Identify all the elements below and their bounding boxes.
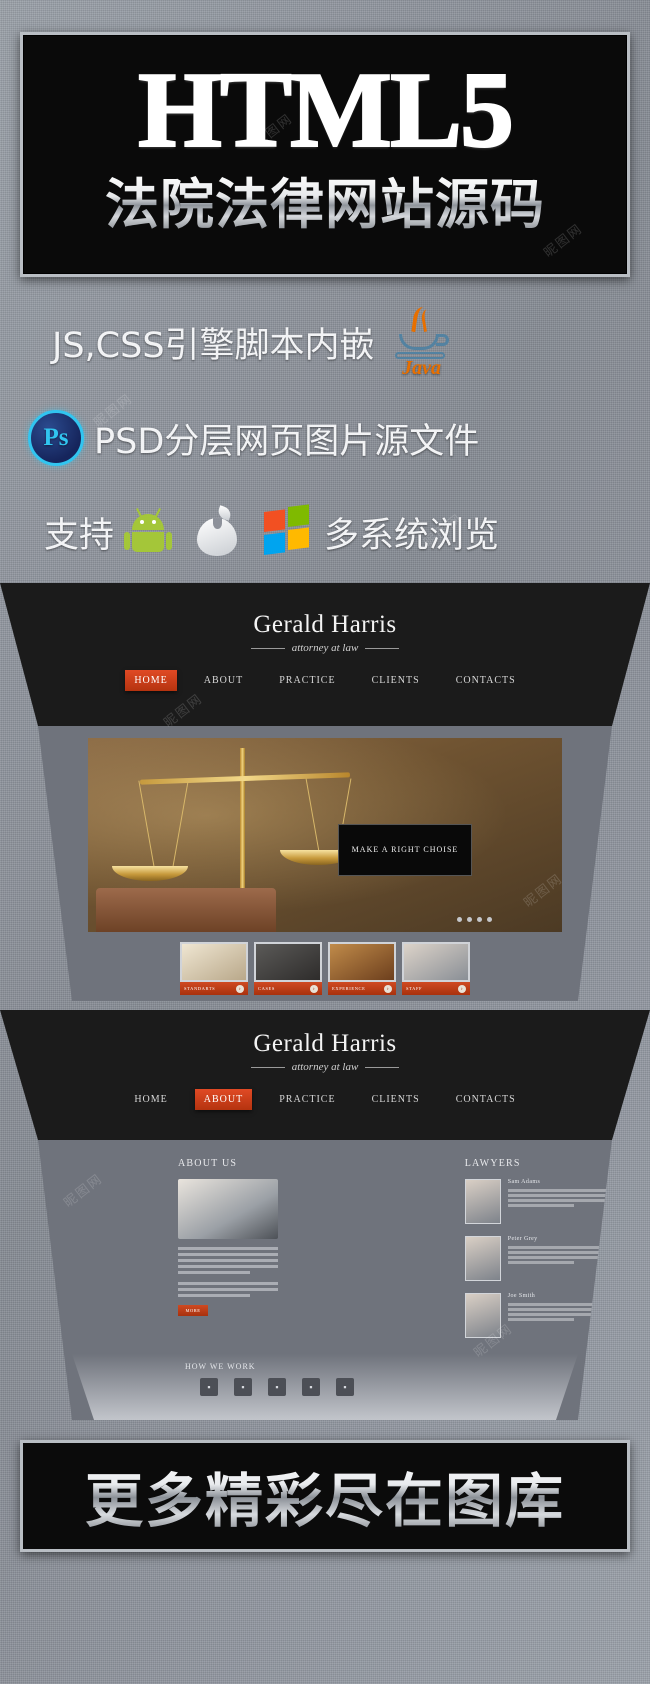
chevron-right-icon[interactable]: › — [458, 984, 466, 993]
lawyer-name: Sam Adams — [507, 1179, 541, 1185]
how-we-work-title: HOW WE WORK — [185, 1362, 256, 1371]
how-we-work-icons: ▪ ▪ ▪ ▪ ▪ — [200, 1378, 354, 1396]
nav-item-practice[interactable]: PRACTICE — [270, 670, 344, 691]
nav-item-contacts[interactable]: CONTACTS — [447, 1089, 525, 1110]
nav-item-about[interactable]: ABOUT — [194, 1089, 253, 1110]
feature-card[interactable]: EXPERIENCE › — [328, 942, 396, 995]
about-us-column: ABOUT US MORE — [160, 1158, 443, 1350]
apple-icon — [194, 505, 240, 558]
nav-item-home[interactable]: HOME — [125, 670, 177, 691]
document-icon[interactable]: ▪ — [268, 1378, 286, 1396]
site-brand: Gerald Harris — [253, 611, 397, 638]
about-columns: ABOUT US MORE LAWYERS Sam Adams Peter Gr… — [38, 1140, 612, 1350]
bottom-banner: 更多精彩尽在图库 — [20, 1440, 630, 1552]
site-tagline: attorney at law — [0, 642, 650, 654]
lawyer-item[interactable]: Peter Grey — [464, 1236, 612, 1281]
bottom-banner-text: 更多精彩尽在图库 — [85, 1454, 565, 1538]
lawyer-name: Peter Grey — [507, 1236, 538, 1242]
gavel-icon[interactable]: ▪ — [234, 1378, 252, 1396]
feature-card[interactable]: STAFF › — [402, 942, 470, 995]
nav-item-clients[interactable]: CLIENTS — [363, 1089, 429, 1110]
handshake-icon[interactable]: ▪ — [302, 1378, 320, 1396]
card-label-text: STAFF — [406, 986, 423, 991]
windows-icon — [264, 504, 312, 558]
chevron-right-icon[interactable]: › — [310, 984, 318, 993]
chevron-right-icon[interactable]: › — [384, 984, 392, 993]
card-thumbnail — [254, 942, 322, 982]
feature-label-psd: PSD分层网页图片源文件 — [94, 421, 480, 462]
feature-card[interactable]: STANDARTS › — [180, 942, 248, 995]
lawyer-bio — [507, 1246, 608, 1264]
photoshop-icon: Ps — [28, 410, 84, 466]
hero-slider-dots[interactable] — [457, 917, 492, 922]
lawyer-bio — [507, 1303, 608, 1321]
lawyers-column: LAWYERS Sam Adams Peter Grey Joe Smith — [464, 1158, 612, 1350]
banner-subtitle: 法院法律网站源码 — [23, 173, 627, 235]
about-us-title: ABOUT US — [178, 1158, 238, 1169]
feature-label-support-prefix: 支持 — [44, 515, 115, 556]
card-label-experience[interactable]: EXPERIENCE › — [328, 982, 396, 995]
chevron-right-icon[interactable]: › — [236, 984, 244, 993]
feature-list: JS,CSS引擎脚本内嵌 Java Ps PSD分层网页图片源文件 支持 多系统… — [0, 292, 650, 582]
feature-row-psd: Ps PSD分层网页图片源文件 — [0, 392, 650, 484]
team-photo — [178, 1179, 278, 1239]
card-label-text: CASES — [258, 986, 276, 991]
feature-label-js-css: JS,CSS引擎脚本内嵌 — [52, 325, 375, 366]
lawyer-bio — [507, 1189, 608, 1207]
java-icon-label: Java — [402, 357, 441, 379]
site-header-about: Gerald Harris attorney at law HOME ABOUT… — [0, 1010, 650, 1140]
nav-item-home[interactable]: HOME — [125, 1089, 176, 1110]
nav-item-practice[interactable]: PRACTICE — [270, 1089, 344, 1110]
card-thumbnail — [328, 942, 396, 982]
lawyer-name: Joe Smith — [507, 1293, 536, 1299]
feature-card-list: STANDARTS › CASES › EXPERIENCE › STAFF › — [180, 942, 470, 995]
top-banner: HTML5 法院法律网站源码 — [20, 32, 630, 277]
card-label-staff[interactable]: STAFF › — [402, 982, 470, 995]
site-nav-about: HOME ABOUT PRACTICE CLIENTS CONTACTS — [0, 1089, 650, 1110]
about-us-paragraph-2 — [178, 1282, 278, 1297]
scales-icon[interactable]: ▪ — [336, 1378, 354, 1396]
hero-caption: MAKE A RIGHT CHOISE — [338, 824, 472, 876]
site-header-home: Gerald Harris attorney at law HOME ABOUT… — [0, 583, 650, 726]
more-button[interactable]: MORE — [178, 1305, 208, 1316]
card-label-text: STANDARTS — [184, 986, 216, 991]
website-mockup-home: Gerald Harris attorney at law HOME ABOUT… — [0, 583, 650, 1003]
card-label-text: EXPERIENCE — [332, 986, 366, 991]
site-nav-home: HOME ABOUT PRACTICE CLIENTS CONTACTS — [0, 670, 650, 691]
briefcase-icon[interactable]: ▪ — [200, 1378, 218, 1396]
nav-item-contacts[interactable]: CONTACTS — [447, 670, 525, 691]
nav-item-about[interactable]: ABOUT — [195, 670, 252, 691]
site-body-home: MAKE A RIGHT CHOISE STANDARTS › CASES › — [38, 726, 612, 1001]
feature-card[interactable]: CASES › — [254, 942, 322, 995]
avatar — [464, 1179, 501, 1224]
feature-row-js-css: JS,CSS引擎脚本内嵌 Java — [0, 292, 650, 392]
lawyer-item[interactable]: Joe Smith — [464, 1293, 612, 1338]
hero-image-scales-of-justice: MAKE A RIGHT CHOISE — [88, 738, 562, 932]
lawyer-item[interactable]: Sam Adams — [464, 1179, 612, 1224]
lawyers-title: LAWYERS — [464, 1158, 521, 1169]
feature-label-support-suffix: 多系统浏览 — [324, 515, 500, 556]
avatar — [464, 1236, 501, 1281]
website-mockup-about: Gerald Harris attorney at law HOME ABOUT… — [0, 1010, 650, 1420]
site-body-about: ABOUT US MORE LAWYERS Sam Adams Peter Gr… — [38, 1140, 612, 1420]
android-icon — [124, 508, 173, 556]
card-label-standarts[interactable]: STANDARTS › — [180, 982, 248, 995]
java-icon: Java — [391, 305, 453, 379]
how-we-work-section: HOW WE WORK ▪ ▪ ▪ ▪ ▪ — [72, 1354, 578, 1420]
html5-title: HTML5 — [137, 51, 515, 170]
site-tagline: attorney at law — [0, 1061, 650, 1073]
card-label-cases[interactable]: CASES › — [254, 982, 322, 995]
card-thumbnail — [180, 942, 248, 982]
card-thumbnail — [402, 942, 470, 982]
avatar — [464, 1293, 501, 1338]
site-brand: Gerald Harris — [253, 1030, 397, 1057]
feature-row-os-support: 支持 多系统浏览 — [0, 484, 650, 580]
about-us-paragraph — [178, 1247, 278, 1274]
nav-item-clients[interactable]: CLIENTS — [363, 670, 429, 691]
